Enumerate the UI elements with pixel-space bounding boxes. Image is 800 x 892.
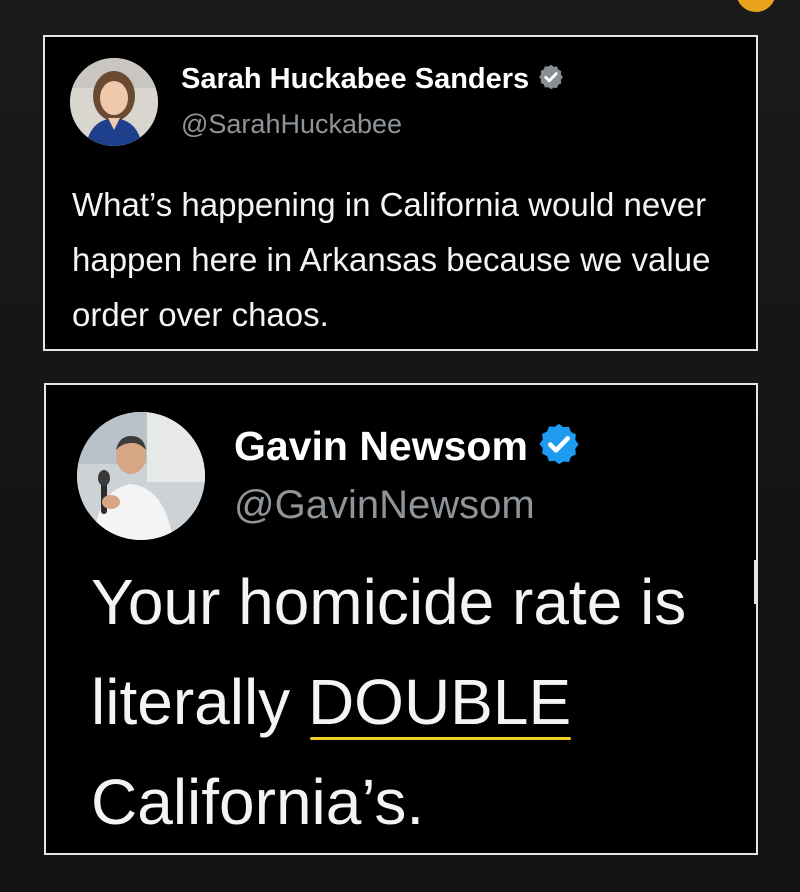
author-name[interactable]: Sarah Huckabee Sanders bbox=[181, 63, 529, 96]
tweet-text: Your homicide rate is literally DOUBLE C… bbox=[91, 552, 731, 852]
author-handle[interactable]: @GavinNewsom bbox=[234, 483, 535, 528]
highlighted-word: DOUBLE bbox=[307, 652, 572, 752]
avatar[interactable] bbox=[77, 412, 205, 540]
author-row: Sarah Huckabee Sanders bbox=[181, 63, 565, 96]
author-name[interactable]: Gavin Newsom bbox=[234, 423, 528, 470]
screenshot-collage: Sarah Huckabee Sanders @SarahHuckabee Wh… bbox=[0, 0, 800, 892]
avatar-photo-icon bbox=[70, 58, 158, 146]
edge-artifact bbox=[754, 560, 756, 604]
avatar[interactable] bbox=[70, 58, 158, 146]
emoji-partial-icon bbox=[736, 0, 776, 12]
author-row: Gavin Newsom bbox=[234, 421, 582, 472]
verified-badge-icon bbox=[537, 63, 565, 96]
tweet-card-newsom: Gavin Newsom @GavinNewsom Your homicide … bbox=[44, 383, 758, 855]
tweet-text-after: California’s. bbox=[91, 766, 425, 838]
tweet-text: What’s happening in California would nev… bbox=[72, 186, 711, 333]
highlight-text: DOUBLE bbox=[307, 666, 572, 738]
author-handle[interactable]: @SarahHuckabee bbox=[181, 109, 402, 140]
highlight-underline bbox=[309, 737, 572, 740]
tweet-card-sanders: Sarah Huckabee Sanders @SarahHuckabee Wh… bbox=[43, 35, 758, 351]
avatar-photo-icon bbox=[77, 412, 205, 540]
verified-badge-icon bbox=[536, 421, 582, 472]
